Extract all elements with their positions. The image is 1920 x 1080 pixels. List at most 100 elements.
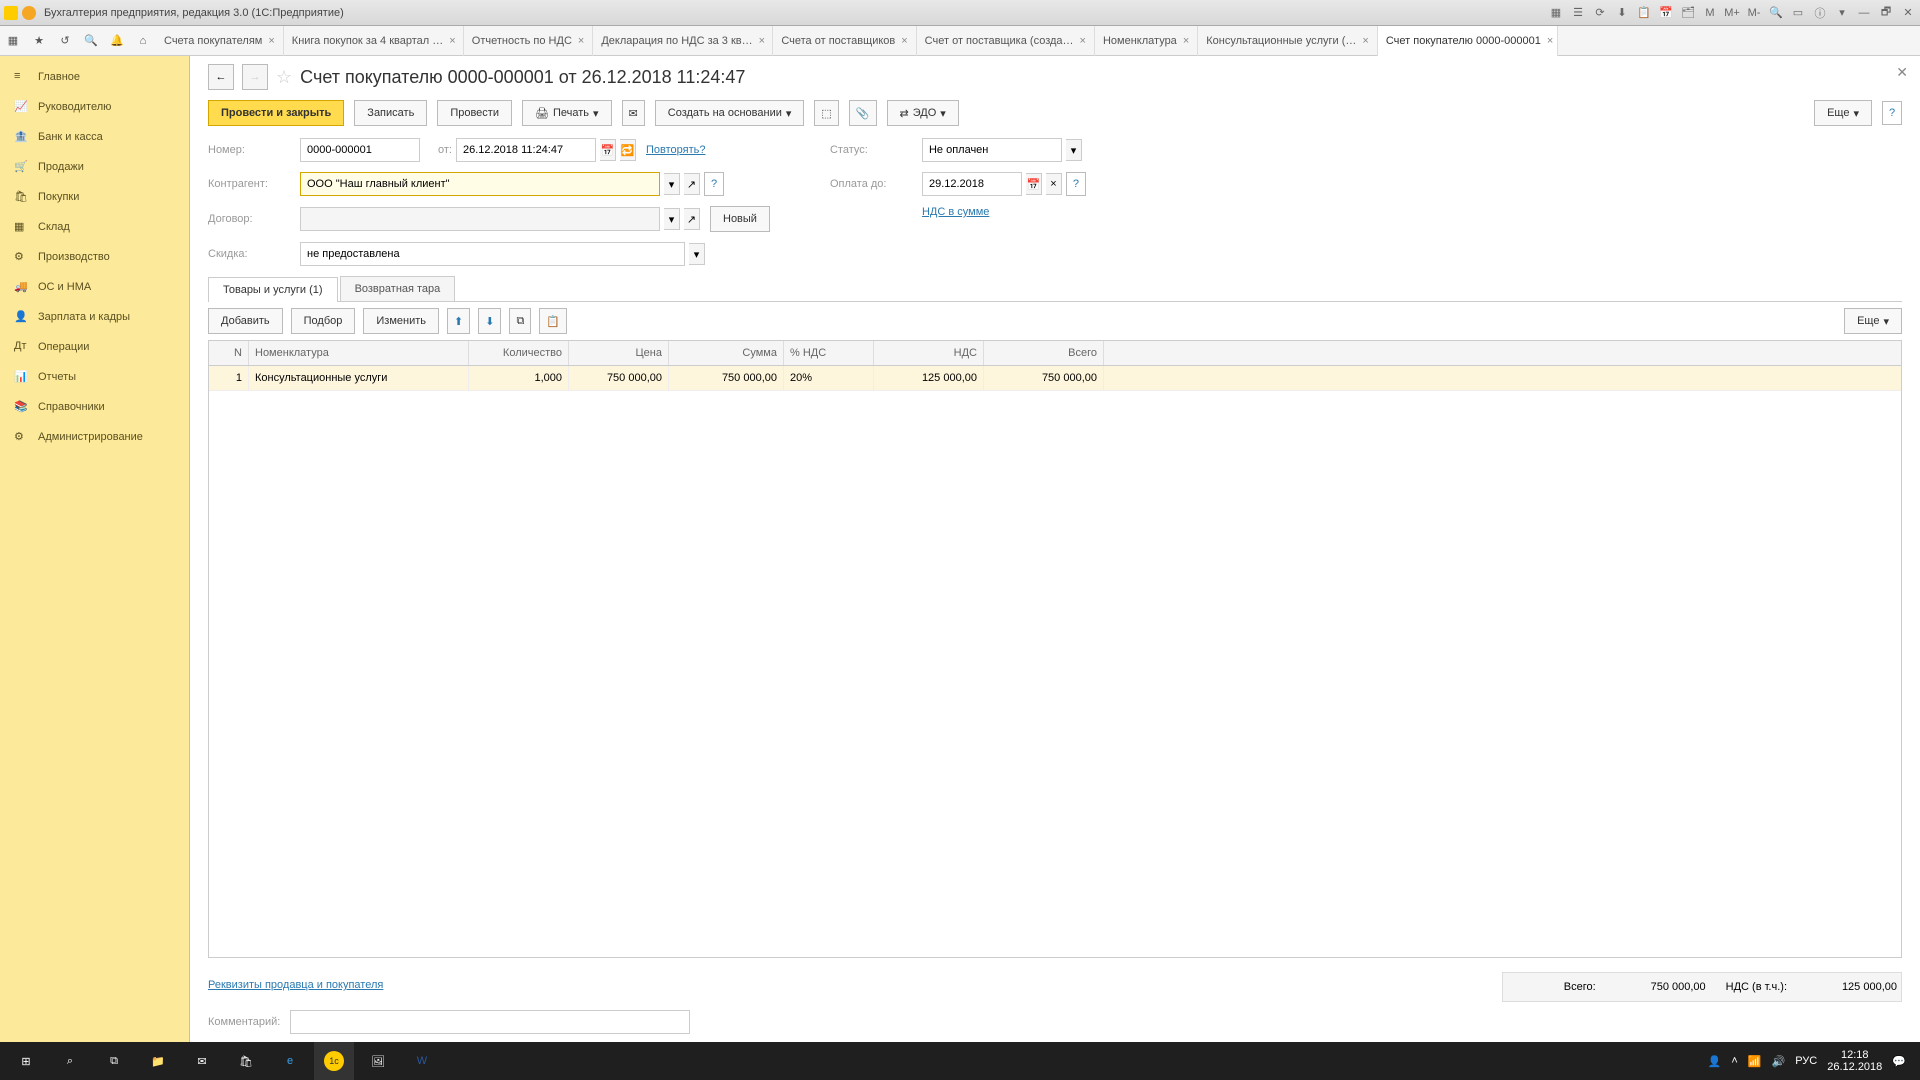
counterparty-open-icon[interactable]: ↗ [684,173,700,195]
titlebar-icon[interactable]: 📅 [1658,5,1674,21]
counterparty-help[interactable]: ? [704,172,724,196]
pick-button[interactable]: Подбор [291,308,356,334]
payment-calendar-icon[interactable]: 📅 [1026,173,1042,195]
comment-input[interactable] [290,1010,690,1034]
mail-icon[interactable]: ✉ [182,1042,222,1080]
payment-clear-icon[interactable]: × [1046,173,1062,195]
tab-close-icon[interactable]: × [268,35,274,47]
col-sum[interactable]: Сумма [669,341,784,365]
repeat-link[interactable]: Повторять? [646,144,706,156]
subtab[interactable]: Товары и услуги (1) [208,277,338,302]
edge-icon[interactable]: e [270,1042,310,1080]
tab[interactable]: Счет от поставщика (созда…× [917,26,1095,56]
tab[interactable]: Счет покупателю 0000-000001× [1378,26,1558,56]
post-button[interactable]: Провести [437,100,512,126]
titlebar-icon[interactable]: ⟳ [1592,5,1608,21]
sidebar-item[interactable]: 📈Руководителю [0,92,189,122]
titlebar-icon[interactable]: ▾ [1834,5,1850,21]
seller-details-link[interactable]: Реквизиты продавца и покупателя [208,979,383,991]
titlebar-icon[interactable]: 📋 [1636,5,1652,21]
titlebar-icon[interactable]: ☰ [1570,5,1586,21]
favorite-icon[interactable]: ☆ [276,67,292,88]
status-input[interactable] [922,138,1062,162]
sidebar-item[interactable]: ≡Главное [0,62,189,92]
close-icon[interactable]: ✕ [1896,64,1908,81]
counterparty-input[interactable] [300,172,660,196]
toolbar-icon[interactable]: 🔔 [104,26,130,56]
tab-close-icon[interactable]: × [759,35,765,47]
tab-close-icon[interactable]: × [1547,35,1553,47]
titlebar-icon[interactable]: ▭ [1790,5,1806,21]
tab[interactable]: Консультационные услуги (…× [1198,26,1378,56]
tray-chevron-icon[interactable]: ˄ [1731,1055,1737,1067]
onec-icon[interactable]: 1с [314,1042,354,1080]
move-up-button[interactable]: ⬆ [447,308,470,334]
payment-help[interactable]: ? [1066,172,1086,196]
app-dropdown-icon[interactable] [22,6,36,20]
col-nds[interactable]: НДС [874,341,984,365]
date-input[interactable] [456,138,596,162]
col-qty[interactable]: Количество [469,341,569,365]
tab[interactable]: Номенклатура× [1095,26,1198,56]
sidebar-item[interactable]: 🏦Банк и касса [0,122,189,152]
explorer-icon[interactable]: 📁 [138,1042,178,1080]
toolbar-icon[interactable]: ★ [26,26,52,56]
tab-close-icon[interactable]: × [1080,35,1086,47]
print-button[interactable]: 🖨 Печать ▾ [522,100,612,126]
structure-button[interactable]: ⬚ [814,100,838,126]
photos-icon[interactable]: 🖼 [358,1042,398,1080]
store-icon[interactable]: 🛍 [226,1042,266,1080]
payment-due-input[interactable] [922,172,1022,196]
titlebar-icon[interactable]: ✕ [1900,5,1916,21]
sidebar-item[interactable]: ⚙Администрирование [0,422,189,452]
col-price[interactable]: Цена [569,341,669,365]
titlebar-icon[interactable]: M- [1746,5,1762,21]
titlebar-icon[interactable]: 🗂 [1680,5,1696,21]
titlebar-icon[interactable]: M+ [1724,5,1740,21]
post-and-close-button[interactable]: Провести и закрыть [208,100,344,126]
tab-close-icon[interactable]: × [901,35,907,47]
discount-dropdown-icon[interactable]: ▾ [689,243,705,265]
col-n[interactable]: N [209,341,249,365]
clock-date[interactable]: 26.12.2018 [1827,1061,1882,1073]
taskview-icon[interactable]: ⧉ [94,1042,134,1080]
tab[interactable]: Декларация по НДС за 3 кв…× [593,26,773,56]
sidebar-item[interactable]: 🛒Продажи [0,152,189,182]
tab[interactable]: Книга покупок за 4 квартал …× [284,26,464,56]
tab[interactable]: Счета покупателям× [156,26,284,56]
tab-close-icon[interactable]: × [1183,35,1189,47]
sidebar-item[interactable]: 🛍Покупки [0,182,189,212]
discount-input[interactable] [300,242,685,266]
sidebar-item[interactable]: 👤Зарплата и кадры [0,302,189,332]
titlebar-icon[interactable]: ▦ [1548,5,1564,21]
start-button[interactable]: ⊞ [6,1042,46,1080]
sidebar-item[interactable]: ДтОперации [0,332,189,362]
back-button[interactable]: ← [208,64,234,90]
titlebar-icon[interactable]: 🗗 [1878,5,1894,21]
edit-row-button[interactable]: Изменить [363,308,439,334]
repeat-icon[interactable]: 🔁 [620,139,636,161]
calendar-icon[interactable]: 📅 [600,139,616,161]
search-icon[interactable]: ⌕ [50,1042,90,1080]
word-icon[interactable]: W [402,1042,442,1080]
attach-button[interactable]: 📎 [849,100,877,126]
col-nom[interactable]: Номенклатура [249,341,469,365]
clock-time[interactable]: 12:18 [1827,1049,1882,1061]
forward-button[interactable]: → [242,64,268,90]
titlebar-icon[interactable]: M [1702,5,1718,21]
titlebar-icon[interactable]: — [1856,5,1872,21]
col-total[interactable]: Всего [984,341,1104,365]
sidebar-item[interactable]: 📚Справочники [0,392,189,422]
people-icon[interactable]: 👤 [1708,1055,1722,1068]
sidebar-item[interactable]: ▦Склад [0,212,189,242]
move-down-button[interactable]: ⬇ [478,308,501,334]
new-contract-button[interactable]: Новый [710,206,770,232]
table-more-button[interactable]: Еще ▾ [1844,308,1902,334]
number-input[interactable] [300,138,420,162]
add-row-button[interactable]: Добавить [208,308,283,334]
status-dropdown-icon[interactable]: ▾ [1066,139,1082,161]
sidebar-item[interactable]: ⚙Производство [0,242,189,272]
copy-button[interactable]: ⧉ [509,308,531,334]
sidebar-item[interactable]: 🚚ОС и НМА [0,272,189,302]
counterparty-dropdown-icon[interactable]: ▾ [664,173,680,195]
